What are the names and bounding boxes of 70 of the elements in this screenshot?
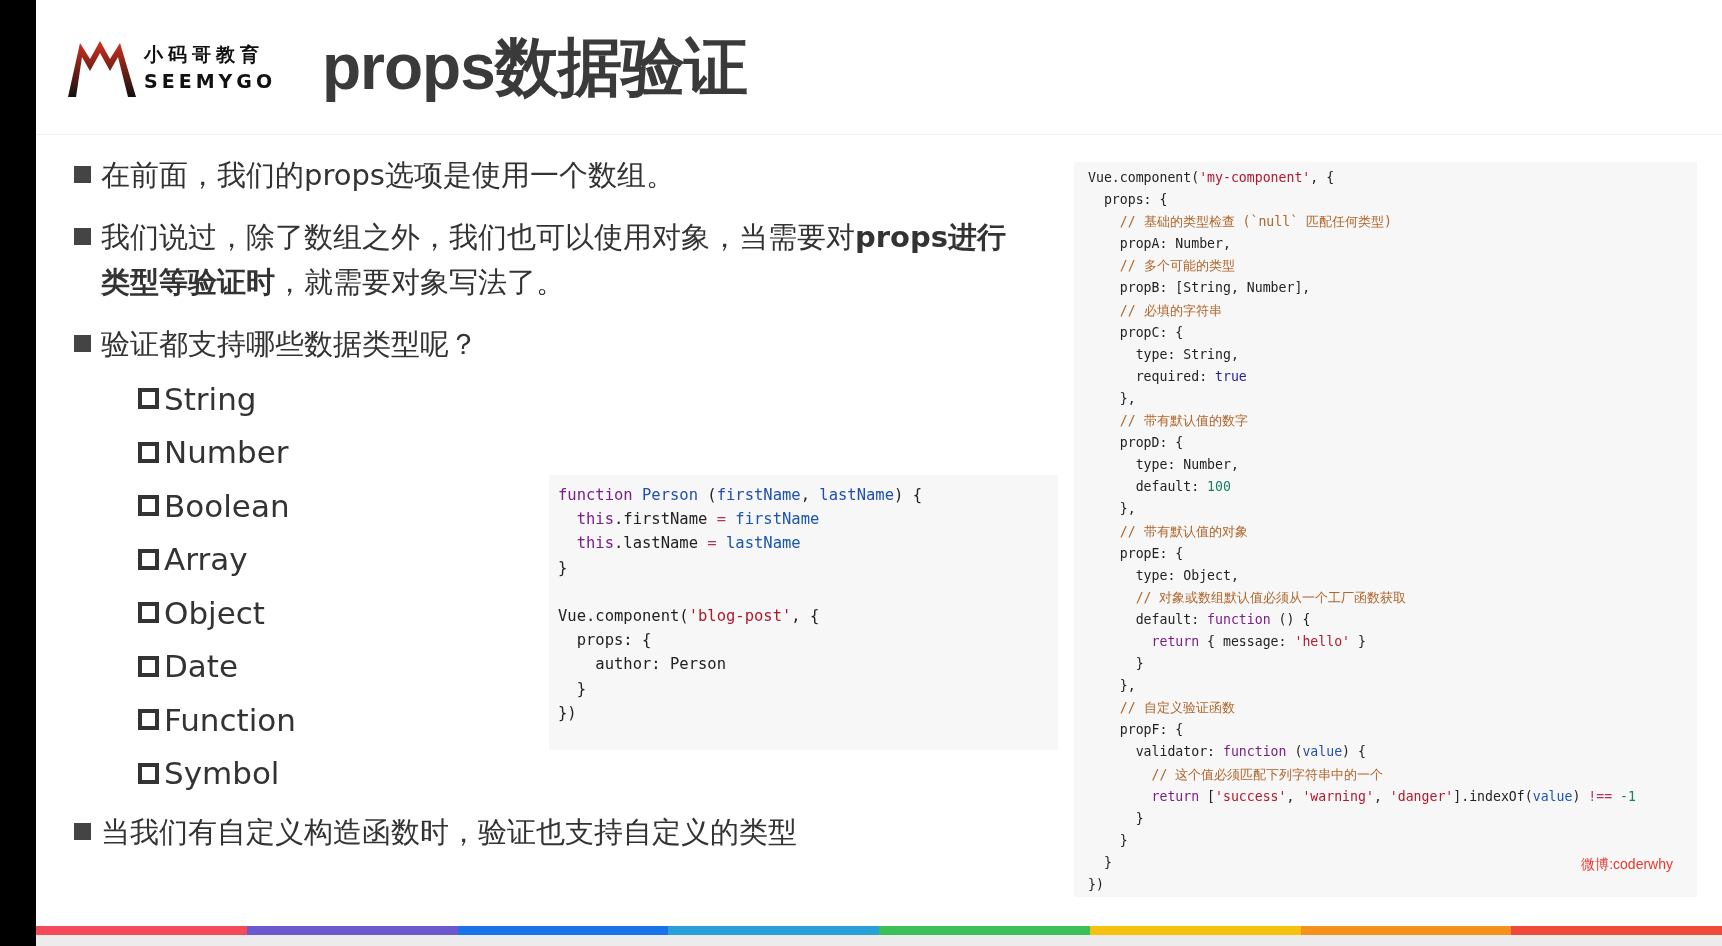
type-label: Symbol <box>164 755 280 792</box>
code-line: } <box>1118 831 1128 850</box>
type-label: Boolean <box>164 487 290 524</box>
code-line: props: { <box>1102 191 1168 210</box>
code-line: // 这个值必须匹配下列字符串中的一个 <box>1150 765 1384 784</box>
type-label: Date <box>164 648 239 685</box>
code-line: // 对象或数组默认值必须从一个工厂函数获取 <box>1134 588 1407 607</box>
code-line: propC: { <box>1118 323 1184 342</box>
code-line: propD: { <box>1118 434 1184 453</box>
code-line: }, <box>1118 500 1136 519</box>
code-line: default: function () { <box>1134 610 1311 629</box>
code-line: // 基础的类型检查 (`null` 匹配任何类型) <box>1118 213 1392 232</box>
bullet-icon <box>74 228 91 245</box>
slide-title: props数据验证 <box>322 29 747 105</box>
code-line: this.firstName = firstName <box>575 509 820 531</box>
type-label: Object <box>164 594 265 631</box>
code-line: this.lastName = lastName <box>575 533 801 555</box>
code-line: author: Person <box>594 654 726 676</box>
code-line: props: { <box>575 630 652 652</box>
square-bullet-icon <box>138 602 159 624</box>
code-line: }) <box>558 702 577 724</box>
code-line: } <box>575 678 586 700</box>
type-label: Function <box>164 701 296 738</box>
code-line: // 多个可能的类型 <box>1118 257 1235 276</box>
bullet-text: 我们说过，除了数组之外，我们也可以使用对象，当需要对props进行类型等验证时，就需要对象写法了。 <box>101 219 1007 301</box>
bullet-icon <box>74 335 91 352</box>
code-line: type: String, <box>1134 345 1239 364</box>
code-line: } <box>1134 655 1144 674</box>
code-line: default: 100 <box>1134 478 1231 497</box>
square-bullet-icon <box>138 548 159 570</box>
bullet-text: 验证都支持哪些数据类型呢？ <box>101 326 478 363</box>
code-line: } <box>1102 853 1112 872</box>
code-line: // 带有默认值的数字 <box>1118 412 1248 431</box>
code-line: } <box>558 557 568 579</box>
code-line: type: Object, <box>1134 566 1239 585</box>
type-label: Number <box>164 434 289 471</box>
square-bullet-icon <box>138 762 159 784</box>
bullet-text: 当我们有自定义构造函数时，验证也支持自定义的类型 <box>101 814 797 851</box>
bullet-text: 在前面，我们的props选项是使用一个数组。 <box>101 157 675 194</box>
code-line: return { message: 'hello' } <box>1150 632 1366 651</box>
logo-wordmark: SEEMYGO <box>144 70 277 92</box>
credit-text: 微博:coderwhy <box>1581 854 1673 874</box>
code-line: propF: { <box>1118 721 1184 740</box>
square-bullet-icon <box>138 495 159 517</box>
code-line: validator: function (value) { <box>1134 743 1366 762</box>
code-line: return ['success', 'warning', 'danger'].indexOf(value) !== -1 <box>1150 787 1636 806</box>
type-label: String <box>164 380 257 417</box>
code-line: }) <box>1088 876 1104 894</box>
square-bullet-icon <box>138 655 159 677</box>
code-line: // 必填的字符串 <box>1118 301 1222 320</box>
bullet-icon <box>74 823 91 840</box>
code-line: } <box>1134 809 1144 828</box>
square-bullet-icon <box>138 709 159 731</box>
code-line: // 自定义验证函数 <box>1118 699 1235 718</box>
code-line: propE: { <box>1118 544 1184 563</box>
code-line: propB: [String, Number], <box>1118 279 1311 298</box>
code-line: }, <box>1118 389 1136 408</box>
code-line: // 带有默认值的对象 <box>1118 522 1248 541</box>
code-line: type: Number, <box>1134 456 1239 475</box>
code-line: Vue.component('my-component', { <box>1088 169 1335 187</box>
code-line: }, <box>1118 677 1136 696</box>
square-bullet-icon <box>138 441 159 463</box>
code-line: function Person (firstName, lastName) { <box>558 485 922 506</box>
bullet-icon <box>74 166 91 183</box>
code-line: Vue.component('blog-post', { <box>558 606 820 627</box>
code-line: required: true <box>1134 367 1247 386</box>
logo-text: 小码哥教育 <box>144 42 265 67</box>
code-line: propA: Number, <box>1118 235 1231 254</box>
type-label: Array <box>164 541 248 578</box>
square-bullet-icon <box>138 388 159 410</box>
